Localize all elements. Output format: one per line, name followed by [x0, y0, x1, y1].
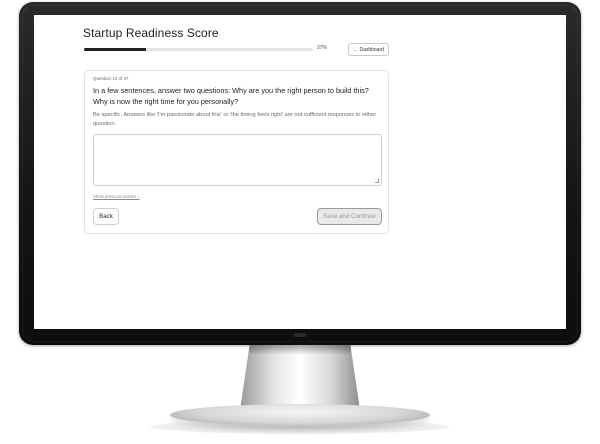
page-title: Startup Readiness Score: [83, 26, 219, 40]
arrow-left-icon: ←: [353, 46, 359, 53]
question-hint: Be specific. Answers like 'I'm passionat…: [93, 112, 377, 127]
monitor-logo: [294, 333, 306, 337]
question-card: Question 10 of 37 In a few sentences, an…: [84, 70, 389, 234]
answer-textarea[interactable]: [93, 134, 382, 186]
monitor-stand-base: [170, 404, 430, 426]
question-counter: Question 10 of 37: [93, 76, 129, 81]
question-text: In a few sentences, answer two questions…: [93, 86, 369, 106]
progress-bar: [84, 48, 313, 51]
progress-percent: 27%: [317, 45, 328, 51]
save-and-continue-button[interactable]: Save and Continue: [317, 208, 382, 225]
back-button[interactable]: Back: [93, 208, 119, 225]
monitor-screen: Startup Readiness Score 27% ← Dashboard …: [34, 15, 566, 329]
show-previous-answer-link[interactable]: Show previous answer ↓: [93, 194, 140, 199]
dashboard-button-label: Dashboard: [359, 46, 384, 53]
progress-bar-fill: [84, 48, 146, 51]
monitor-stand-neck: [240, 345, 360, 410]
dashboard-button[interactable]: ← Dashboard: [348, 43, 389, 56]
resize-handle-icon[interactable]: [375, 179, 379, 183]
